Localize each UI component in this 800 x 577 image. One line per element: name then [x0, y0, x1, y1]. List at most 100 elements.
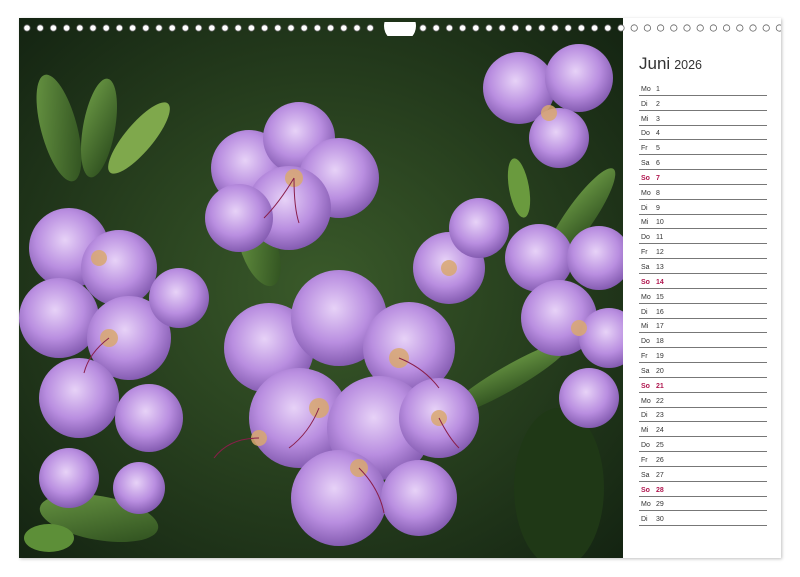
weekday-label: Mo	[641, 293, 651, 301]
day-number: 28	[656, 486, 664, 494]
day-number: 3	[656, 115, 660, 123]
day-number: 25	[656, 442, 664, 450]
flower-illustration	[19, 18, 623, 558]
weekday-label: Sa	[641, 263, 650, 271]
weekday-label: Sa	[641, 471, 650, 479]
day-number: 20	[656, 367, 664, 375]
binding-hole	[458, 24, 467, 32]
day-row: Fr 19	[639, 348, 767, 364]
binding-hole	[617, 24, 625, 32]
weekday-label: So	[641, 486, 650, 494]
binding-hole	[261, 24, 269, 32]
binding-hole	[115, 24, 124, 32]
weekday-label: Fr	[641, 456, 648, 464]
binding-hole	[762, 24, 770, 32]
day-number: 10	[656, 219, 664, 227]
day-row: Di 23	[639, 408, 767, 423]
day-row: Mi 17	[639, 319, 767, 334]
binding-hole	[445, 24, 453, 32]
binding-hole	[168, 24, 176, 32]
day-row: Sa 13	[639, 259, 767, 274]
binding-hole	[775, 24, 781, 32]
weekday-label: Fr	[641, 145, 648, 153]
binding-hole	[551, 24, 559, 32]
day-number: 17	[656, 323, 664, 331]
weekday-label: Di	[641, 308, 648, 316]
rhododendron-photo	[19, 18, 623, 558]
binding-hole	[129, 24, 137, 32]
binding-hole	[221, 24, 229, 32]
day-number: 7	[656, 174, 660, 182]
day-number: 22	[656, 397, 664, 405]
day-row: Mo 1	[639, 81, 767, 96]
binding-hole	[564, 24, 572, 32]
weekday-label: Mo	[641, 397, 651, 405]
weekday-label: Sa	[641, 160, 650, 168]
binding-hole	[353, 24, 361, 32]
spiral-binding	[19, 22, 781, 36]
calendar-title: Juni 2026	[639, 54, 767, 74]
day-row: Fr 5	[639, 140, 767, 156]
binding-hole	[538, 24, 546, 32]
day-row: Do 18	[639, 333, 767, 349]
day-row: So 21	[639, 378, 767, 393]
weekday-label: Di	[641, 412, 648, 420]
day-number: 16	[656, 308, 664, 316]
day-number: 12	[656, 249, 664, 257]
day-number: 4	[656, 130, 660, 138]
weekday-label: Mo	[641, 85, 651, 93]
weekday-label: Mi	[641, 427, 649, 435]
day-row: Sa 6	[639, 155, 767, 171]
binding-hole	[181, 24, 189, 32]
binding-hole	[195, 24, 203, 32]
day-number: 19	[656, 353, 664, 361]
day-row: Sa 27	[639, 467, 767, 482]
binding-hole	[274, 24, 282, 32]
weekday-label: Di	[641, 516, 648, 524]
binding-hole	[432, 24, 440, 32]
binding-hole	[630, 24, 638, 32]
weekday-label: Do	[641, 338, 650, 346]
binding-hole	[366, 24, 374, 32]
weekday-label: Mi	[641, 219, 649, 227]
day-number: 15	[656, 293, 664, 301]
day-row: Mo 22	[639, 393, 767, 408]
weekday-label: So	[641, 174, 650, 182]
weekday-label: So	[641, 382, 650, 390]
binding-hole	[643, 24, 652, 32]
weekday-label: Mi	[641, 323, 649, 331]
weekday-label: So	[641, 278, 650, 286]
day-number: 23	[656, 412, 664, 420]
day-row: Mo 29	[639, 497, 767, 512]
binding-hole	[89, 24, 97, 32]
day-number: 26	[656, 456, 664, 464]
day-row: Di 16	[639, 304, 767, 319]
day-number: 2	[656, 100, 660, 108]
binding-hole	[340, 24, 348, 32]
year-label: 2026	[674, 58, 702, 72]
weekday-label: Fr	[641, 249, 648, 257]
day-number: 1	[656, 85, 660, 93]
day-row: Sa 20	[639, 363, 767, 378]
day-row: Di 2	[639, 96, 767, 111]
day-row: Do 4	[639, 126, 767, 141]
day-number: 6	[656, 160, 660, 168]
day-number: 13	[656, 263, 664, 271]
day-row: Mi 10	[639, 215, 767, 230]
weekday-label: Mo	[641, 501, 651, 509]
day-row: Do 11	[639, 229, 767, 245]
day-number: 21	[656, 382, 664, 390]
month-label: Juni	[639, 54, 671, 73]
day-row: Mi 24	[639, 422, 767, 438]
day-number: 29	[656, 501, 664, 509]
day-row: So 7	[639, 170, 767, 185]
binding-hole	[736, 24, 744, 32]
binding-hole	[577, 24, 586, 32]
binding-hole	[49, 24, 58, 32]
binding-hole	[62, 24, 71, 32]
day-row: Di 30	[639, 511, 767, 527]
day-row: So 14	[639, 274, 767, 289]
weekday-label: Sa	[641, 367, 650, 375]
binding-hole	[142, 24, 150, 32]
binding-hole	[419, 24, 427, 32]
